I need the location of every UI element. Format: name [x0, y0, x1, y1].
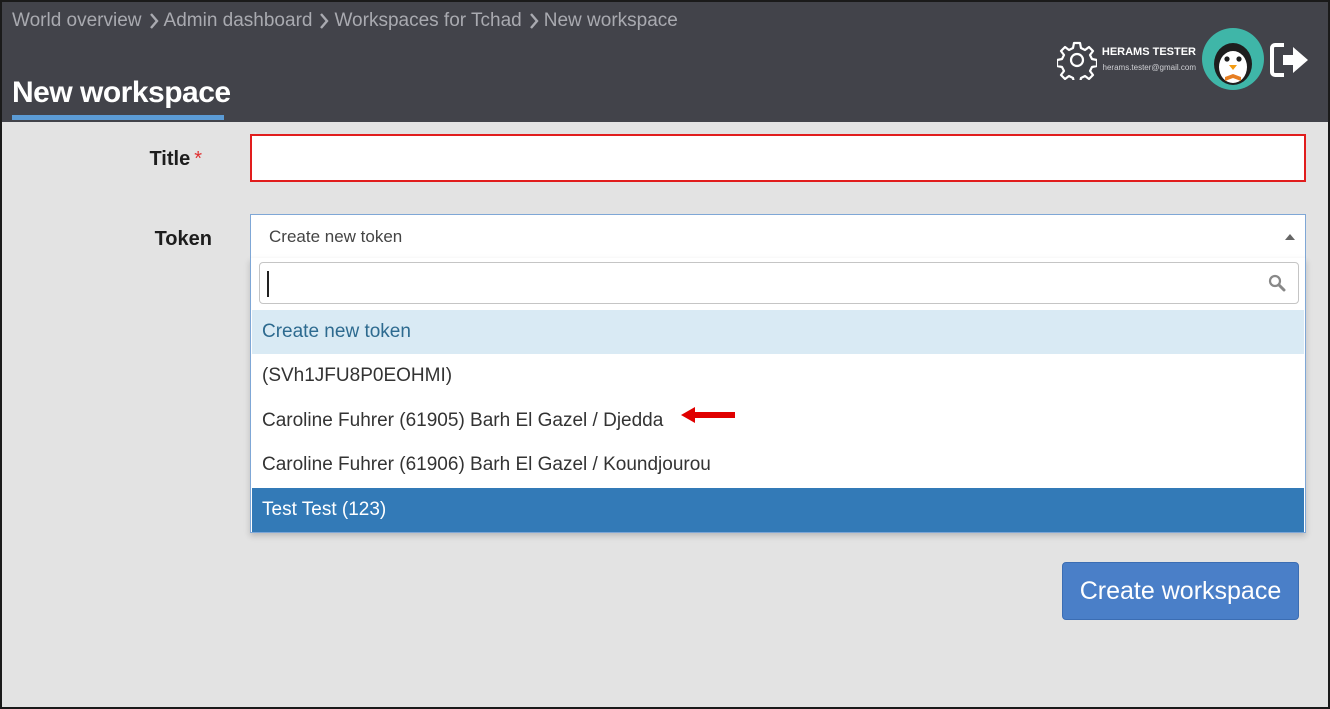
- title-input[interactable]: [250, 134, 1306, 182]
- token-option-test[interactable]: Test Test (123): [252, 488, 1304, 532]
- chevron-right-icon: [319, 13, 330, 29]
- logout-icon[interactable]: [1270, 42, 1310, 78]
- chevron-right-icon: [529, 13, 539, 29]
- breadcrumb-admin-dashboard[interactable]: Admin dashboard: [164, 10, 313, 32]
- arrow-left-icon: [680, 397, 737, 441]
- token-option-svh1[interactable]: (SVh1JFU8P0EOHMI): [252, 354, 1304, 398]
- gear-icon[interactable]: [1055, 40, 1099, 85]
- top-header: World overview Admin dashboard Workspace…: [2, 2, 1328, 122]
- token-selected-value: Create new token: [269, 227, 403, 246]
- user-email: herams.tester@gmail.com: [1102, 63, 1196, 72]
- user-name: HERAMS TESTER: [1101, 46, 1196, 58]
- chevron-right-icon: [149, 13, 159, 29]
- token-option-djedda[interactable]: Caroline Fuhrer (61905) Barh El Gazel / …: [252, 399, 1304, 443]
- required-mark: *: [194, 148, 202, 170]
- breadcrumb-workspaces-tchad[interactable]: Workspaces for Tchad: [334, 10, 521, 32]
- breadcrumb: World overview Admin dashboard Workspace…: [12, 10, 678, 32]
- search-icon: [1268, 274, 1286, 292]
- token-search-box[interactable]: [259, 262, 1299, 304]
- token-option-djedda-label: Caroline Fuhrer (61905) Barh El Gazel / …: [262, 410, 664, 431]
- token-label: Token: [154, 228, 212, 250]
- token-search-input[interactable]: [268, 267, 1248, 299]
- create-workspace-button[interactable]: Create workspace: [1062, 562, 1299, 620]
- breadcrumb-new-workspace: New workspace: [543, 10, 678, 31]
- token-option-create-new[interactable]: Create new token: [252, 310, 1304, 354]
- token-option-koundjourou[interactable]: Caroline Fuhrer (61906) Barh El Gazel / …: [252, 443, 1304, 487]
- avatar[interactable]: [1202, 28, 1264, 90]
- breadcrumb-world-overview[interactable]: World overview: [12, 10, 142, 32]
- page-title: New workspace: [12, 76, 231, 109]
- token-select[interactable]: Create new token: [250, 214, 1306, 258]
- title-underline: [12, 115, 224, 120]
- title-label: Title *: [149, 148, 202, 170]
- token-dropdown: Create new token (SVh1JFU8P0EOHMI) Carol…: [250, 258, 1306, 533]
- caret-up-icon: [1285, 234, 1295, 240]
